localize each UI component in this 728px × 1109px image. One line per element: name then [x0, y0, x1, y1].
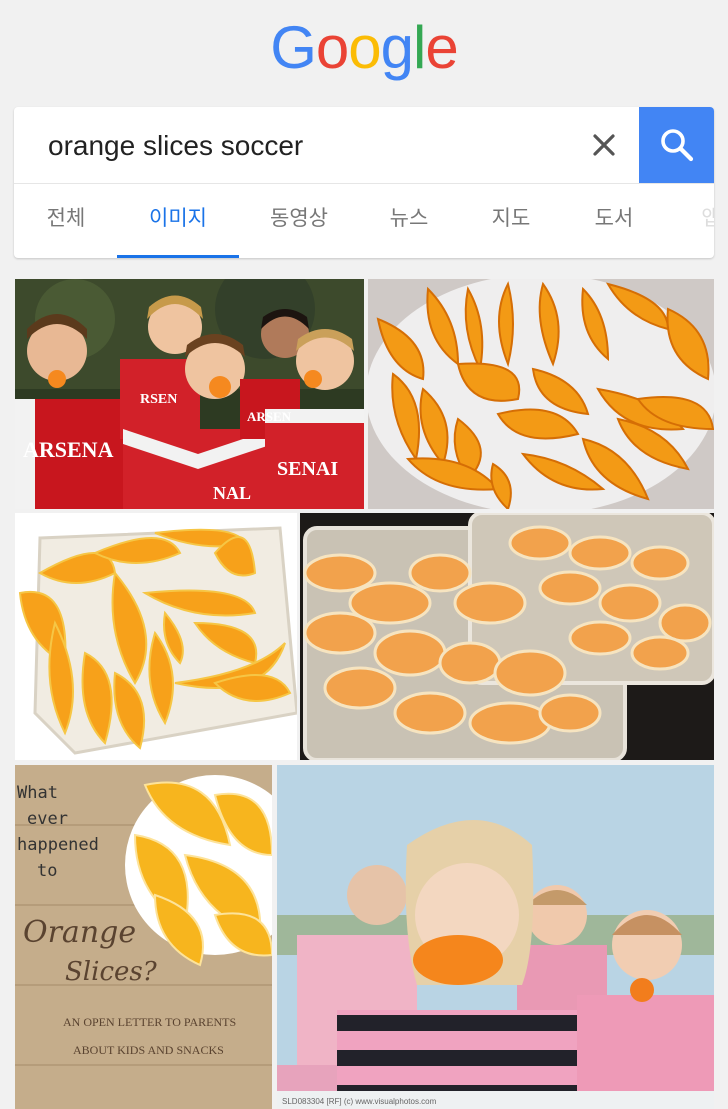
overlay-title: Orange: [23, 915, 137, 950]
jersey-text: ARSENA: [23, 437, 114, 462]
tab-maps[interactable]: 지도: [471, 184, 551, 258]
image-result-boys-soccer[interactable]: ARSENA RSEN ARSEN SENAI NAL: [15, 279, 364, 509]
result-image: [15, 513, 297, 760]
tab-images[interactable]: 이미지: [117, 184, 239, 258]
logo-letter: g: [380, 14, 414, 81]
overlay-subtitle: AN OPEN LETTER TO PARENTS: [63, 1015, 237, 1029]
result-image: [368, 279, 714, 509]
tab-apps[interactable]: 앱: [686, 184, 714, 258]
tab-news[interactable]: 뉴스: [369, 184, 449, 258]
clear-button[interactable]: [584, 125, 624, 165]
search-bar: [14, 107, 714, 184]
logo-letter: e: [425, 14, 458, 81]
overlay-text: ever: [27, 809, 68, 829]
jersey-text: RSEN: [140, 392, 177, 407]
tab-all[interactable]: 전체: [26, 184, 106, 258]
image-result-girls-soccer[interactable]: SLD083304 [RF] (c) www.visualphotos.com: [277, 765, 714, 1109]
overlay-text: What: [17, 783, 58, 803]
image-result-orange-bowl[interactable]: [15, 513, 297, 760]
search-tabs: 전체 이미지 동영상 뉴스 지도 도서 앱: [14, 184, 714, 258]
jersey-text: ARSEN: [247, 409, 292, 424]
search-input[interactable]: [46, 125, 580, 167]
tab-videos[interactable]: 동영상: [254, 184, 344, 258]
result-image: [300, 513, 714, 760]
search-button[interactable]: [639, 107, 714, 183]
jersey-text: SENAI: [277, 458, 338, 480]
search-card: 전체 이미지 동영상 뉴스 지도 도서 앱: [14, 107, 714, 258]
google-logo[interactable]: Google: [0, 18, 728, 78]
logo-letter: G: [270, 14, 317, 81]
search-icon: [660, 129, 693, 162]
overlay-subtitle: ABOUT KIDS AND SNACKS: [73, 1043, 224, 1057]
overlay-text: to: [37, 861, 58, 881]
result-image: ARSENA RSEN ARSEN SENAI NAL: [15, 279, 364, 509]
jersey-text: NAL: [213, 483, 251, 503]
watermark-text: SLD083304 [RF] (c) www.visualphotos.com: [282, 1097, 437, 1106]
tab-books[interactable]: 도서: [574, 184, 654, 258]
close-icon: [593, 134, 615, 156]
result-image: SLD083304 [RF] (c) www.visualphotos.com: [277, 765, 714, 1109]
logo-letter: o: [348, 14, 381, 81]
overlay-title: Slices?: [65, 957, 157, 987]
image-result-orange-containers[interactable]: [300, 513, 714, 760]
image-result-orange-plate[interactable]: [368, 279, 714, 509]
logo-letter: o: [315, 14, 349, 81]
image-result-orange-slices-article[interactable]: What ever happened to Orange Slices? AN …: [15, 765, 272, 1109]
logo-letter: l: [413, 14, 426, 81]
overlay-text: happened: [17, 835, 99, 855]
